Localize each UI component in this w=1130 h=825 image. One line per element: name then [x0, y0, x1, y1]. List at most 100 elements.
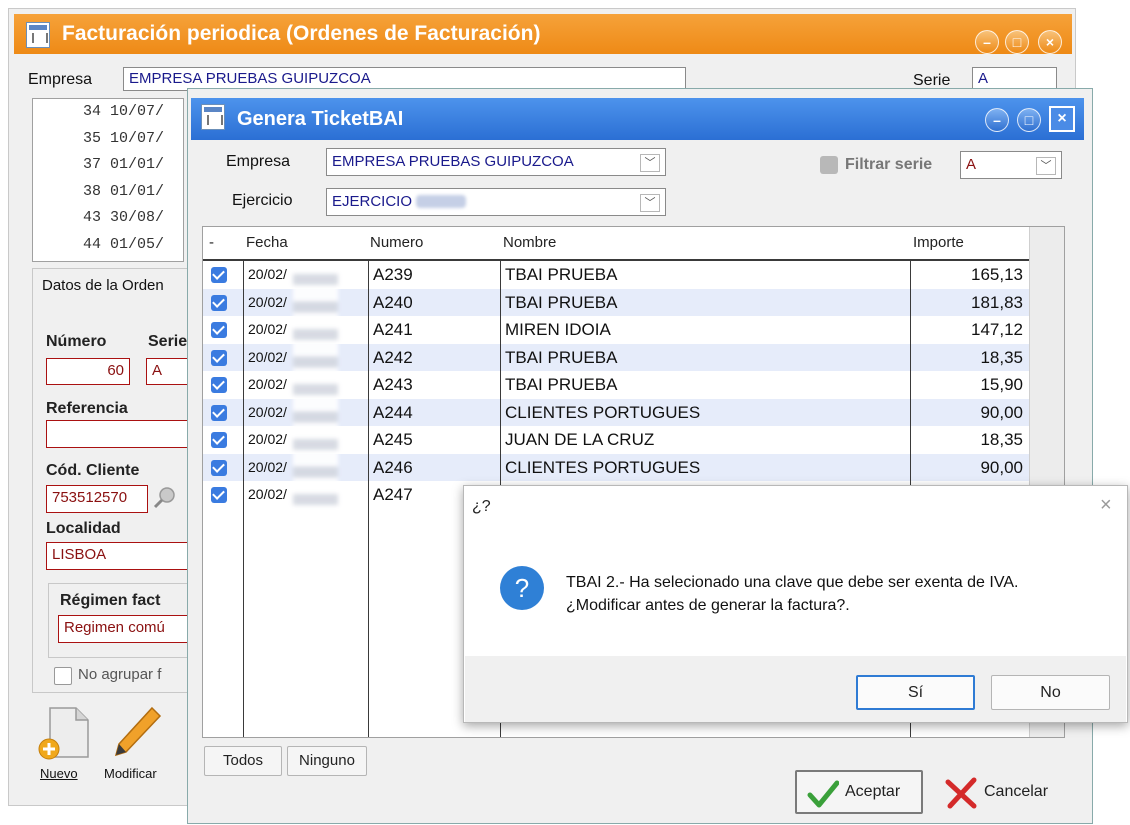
- restore-icon[interactable]: □: [1017, 108, 1041, 132]
- search-icon[interactable]: [152, 485, 178, 511]
- importe-cell: 90,00: [980, 457, 1023, 477]
- referencia-label: Referencia: [46, 400, 128, 417]
- minimize-icon[interactable]: –: [985, 108, 1009, 132]
- numero-cell: A243: [373, 375, 413, 394]
- close-icon[interactable]: ×: [1100, 494, 1112, 517]
- app-calendar-icon: [26, 22, 50, 48]
- aceptar-button[interactable]: Aceptar: [795, 770, 923, 814]
- col-divider: [243, 259, 244, 737]
- list-item[interactable]: 35 10/07/: [33, 126, 183, 153]
- dlg-ejercicio-select[interactable]: EJERCICIO: [326, 188, 666, 216]
- row-checkbox[interactable]: [211, 294, 227, 311]
- minimize-icon[interactable]: –: [975, 30, 999, 54]
- row-checkbox[interactable]: [211, 322, 227, 338]
- col-check-header[interactable]: -: [209, 227, 214, 259]
- row-checkbox[interactable]: [211, 487, 227, 503]
- todos-button[interactable]: Todos: [204, 746, 282, 776]
- col-divider: [368, 259, 369, 737]
- fecha-cell: 20/02/: [248, 321, 287, 337]
- list-item[interactable]: 43 30/08/: [33, 205, 183, 232]
- regimen-label: Régimen fact: [60, 592, 161, 609]
- msgbox-line1: TBAI 2.- Ha selecionado una clave que de…: [566, 574, 1019, 591]
- serie-short-label: Serie: [148, 333, 188, 350]
- fecha-cell: 20/02/: [248, 486, 287, 502]
- blurred-year: [416, 195, 466, 208]
- checkmark-icon: [807, 780, 839, 808]
- chevron-down-icon[interactable]: ﹀: [640, 154, 660, 172]
- list-item[interactable]: 34 10/07/: [33, 99, 183, 126]
- chevron-down-icon[interactable]: ﹀: [640, 194, 660, 212]
- nombre-cell: CLIENTES PORTUGUES: [505, 457, 701, 477]
- col-importe-header[interactable]: Importe: [913, 227, 964, 259]
- list-item[interactable]: 44 01/05/: [33, 232, 183, 259]
- numero-field[interactable]: 60: [46, 358, 130, 385]
- cancel-x-icon: [945, 777, 977, 809]
- facturacion-title: Facturación periodica (Ordenes de Factur…: [62, 22, 541, 45]
- importe-cell: 181,83: [971, 292, 1023, 312]
- importe-cell: 90,00: [980, 402, 1023, 422]
- localidad-field[interactable]: LISBOA: [46, 542, 188, 570]
- new-document-icon[interactable]: [36, 705, 94, 763]
- row-checkbox[interactable]: [211, 349, 227, 366]
- confirm-messagebox: ¿? × ? TBAI 2.- Ha selecionado una clave…: [463, 485, 1128, 723]
- regimen-field[interactable]: Regimen comú: [58, 615, 193, 643]
- svg-text:?: ?: [515, 573, 529, 603]
- numero-cell: A247: [373, 485, 413, 504]
- close-icon[interactable]: ×: [1049, 106, 1075, 132]
- row-checkbox[interactable]: [211, 432, 227, 448]
- aceptar-label: Aceptar: [845, 783, 901, 800]
- nombre-cell: TBAI PRUEBA: [505, 347, 618, 367]
- nombre-cell: TBAI PRUEBA: [505, 375, 618, 394]
- filtrar-serie-checkbox[interactable]: [820, 156, 838, 174]
- numero-label: Número: [46, 333, 107, 350]
- nombre-cell: MIREN IDOIA: [505, 320, 611, 339]
- empresa-label: Empresa: [28, 71, 93, 88]
- nombre-cell: CLIENTES PORTUGUES: [505, 402, 701, 422]
- close-icon[interactable]: ×: [1038, 30, 1062, 54]
- col-fecha-header[interactable]: Fecha: [246, 227, 288, 259]
- referencia-field[interactable]: [46, 420, 188, 448]
- numero-cell: A245: [373, 430, 413, 449]
- row-checkbox[interactable]: [211, 404, 227, 421]
- row-checkbox[interactable]: [211, 459, 227, 476]
- pencil-icon[interactable]: [108, 704, 164, 760]
- cancelar-label: Cancelar: [984, 783, 1049, 800]
- blurred-dates: [293, 267, 338, 517]
- list-item[interactable]: 37 01/01/: [33, 152, 183, 179]
- orders-list[interactable]: 34 10/07/ 35 10/07/ 37 01/01/ 38 01/01/ …: [32, 98, 184, 262]
- fecha-cell: 20/02/: [248, 376, 287, 392]
- nombre-cell: JUAN DE LA CRUZ: [505, 430, 655, 449]
- cod-cliente-label: Cód. Cliente: [46, 462, 140, 479]
- dlg-empresa-label: Empresa: [226, 153, 291, 170]
- msgbox-line2: ¿Modificar antes de generar la factura?.: [566, 597, 850, 614]
- cancelar-button[interactable]: Cancelar: [940, 772, 1065, 814]
- fecha-cell: 20/02/: [248, 403, 287, 420]
- dlg-empresa-select[interactable]: EMPRESA PRUEBAS GUIPUZCOA: [326, 148, 666, 176]
- modificar-label[interactable]: Modificar: [104, 766, 157, 781]
- nombre-cell: TBAI PRUEBA: [505, 292, 618, 312]
- si-button[interactable]: Sí: [856, 675, 975, 710]
- localidad-label: Localidad: [46, 520, 121, 537]
- fecha-cell: 20/02/: [248, 293, 287, 310]
- cod-cliente-field[interactable]: 753512570: [46, 485, 148, 513]
- serie-field[interactable]: A: [146, 358, 188, 385]
- nuevo-label[interactable]: Nuevo: [40, 766, 78, 781]
- row-checkbox[interactable]: [211, 267, 227, 283]
- fecha-cell: 20/02/: [248, 458, 287, 475]
- datos-orden-label: Datos de la Orden: [42, 277, 164, 294]
- numero-cell: A242: [373, 347, 413, 367]
- importe-cell: 147,12: [971, 320, 1023, 339]
- chevron-down-icon[interactable]: ﹀: [1036, 157, 1056, 175]
- msgbox-title: ¿?: [472, 498, 491, 515]
- col-numero-header[interactable]: Numero: [370, 227, 423, 259]
- ninguno-button[interactable]: Ninguno: [287, 746, 367, 776]
- no-button[interactable]: No: [991, 675, 1110, 710]
- col-nombre-header[interactable]: Nombre: [503, 227, 556, 259]
- restore-icon[interactable]: □: [1005, 30, 1029, 54]
- list-item[interactable]: 38 01/01/: [33, 179, 183, 206]
- no-agrupar-checkbox[interactable]: [54, 667, 72, 685]
- ticketbai-title: Genera TicketBAI: [237, 108, 404, 130]
- question-icon: ?: [500, 566, 544, 610]
- row-checkbox[interactable]: [211, 377, 227, 393]
- dlg-ejercicio-label: Ejercicio: [232, 192, 293, 209]
